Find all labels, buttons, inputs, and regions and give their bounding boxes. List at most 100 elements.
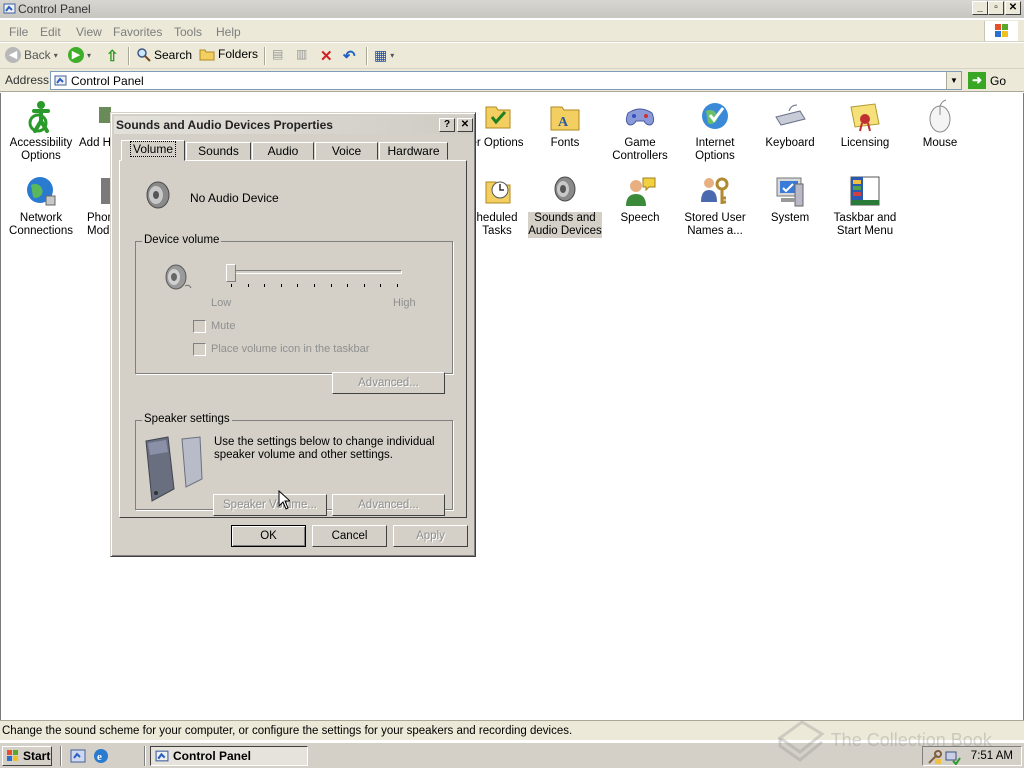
views-button[interactable]: ▦ ▾ (374, 47, 394, 64)
mute-label: Mute (211, 320, 236, 332)
go-label: Go (990, 73, 1007, 88)
item-folder-options[interactable]: er Options (467, 99, 527, 150)
item-label: Keyboard (765, 137, 815, 149)
device-advanced-button[interactable]: Advanced... (332, 372, 445, 394)
go-button[interactable]: ➜ Go (968, 71, 1020, 90)
go-arrow-icon: ➜ (968, 72, 986, 89)
volume-slider[interactable] (226, 264, 402, 288)
apply-button[interactable]: Apply (393, 525, 468, 547)
folder-options-icon (480, 99, 514, 133)
dialog-close-button[interactable]: ✕ (457, 118, 473, 132)
slider-tick (281, 284, 282, 287)
menu-help[interactable]: Help (216, 25, 241, 39)
internet-options-icon (698, 99, 732, 133)
windows-logo-icon (984, 21, 1018, 41)
item-network-connections[interactable]: Network Connections (4, 174, 78, 238)
menu-bar: File Edit View Favorites Tools Help (0, 20, 1024, 42)
forward-button[interactable]: ▶ ▾ (68, 47, 91, 63)
menu-file[interactable]: File (9, 25, 28, 39)
mute-checkbox[interactable] (193, 320, 206, 333)
ok-button[interactable]: OK (231, 525, 306, 547)
speaker-volume-button[interactable]: Speaker Volume... (213, 494, 327, 516)
speaker-settings-title: Speaker settings (142, 413, 232, 425)
slider-track (226, 270, 402, 274)
window-title: Control Panel (18, 2, 91, 16)
watermark-text: The Collection Book (830, 729, 992, 750)
slider-tick (397, 284, 398, 287)
low-label: Low (211, 297, 232, 309)
item-keyboard[interactable]: Keyboard (753, 99, 827, 150)
tab-audio[interactable]: Audio (252, 142, 314, 160)
speaker-icon (146, 181, 170, 209)
menu-view[interactable]: View (76, 25, 102, 39)
item-fonts[interactable]: A Fonts (528, 99, 602, 150)
tab-sounds-label: Sounds (198, 144, 239, 158)
tab-hardware-label: Hardware (387, 144, 440, 158)
close-button[interactable]: ✕ (1005, 1, 1021, 15)
slider-tick (231, 284, 232, 287)
accessibility-icon (24, 99, 58, 133)
slider-thumb[interactable] (226, 264, 236, 282)
high-label: High (393, 297, 416, 309)
item-sounds-audio-devices[interactable]: Sounds and Audio Devices (528, 174, 602, 238)
slider-tick (264, 284, 265, 287)
tab-volume[interactable]: Volume (121, 140, 185, 161)
move-to-button[interactable]: ▤ (272, 47, 283, 61)
quick-launch-ie-icon[interactable]: e (93, 748, 109, 764)
system-icon (773, 174, 807, 208)
tab-hardware[interactable]: Hardware (379, 142, 448, 160)
scheduled-tasks-icon (480, 174, 514, 208)
item-label: Taskbar and Start Menu (833, 212, 897, 237)
network-icon (24, 174, 58, 208)
item-label: Network Connections (9, 212, 73, 237)
item-internet-options[interactable]: Internet Options (678, 99, 752, 163)
item-scheduled-tasks[interactable]: heduled Tasks (467, 174, 527, 238)
taskbar-control-panel-button[interactable]: Control Panel (150, 746, 308, 766)
book-watermark-icon (777, 720, 825, 762)
tab-voice[interactable]: Voice (315, 142, 378, 160)
undo-icon: ↶ (343, 48, 356, 65)
up-folder-icon: ⇧ (106, 48, 119, 65)
item-taskbar-start-menu[interactable]: Taskbar and Start Menu (828, 174, 902, 238)
up-folder-button[interactable]: ⇧ (106, 47, 119, 65)
menu-favorites[interactable]: Favorites (113, 25, 162, 39)
licensing-icon (848, 99, 882, 133)
item-stored-user-names[interactable]: Stored User Names a... (678, 174, 752, 238)
item-game-controllers[interactable]: Game Controllers (603, 99, 677, 163)
tab-sounds[interactable]: Sounds (186, 142, 251, 160)
mouse-icon (923, 99, 957, 133)
back-button[interactable]: ◀ Back ▾ (5, 47, 58, 63)
quick-launch-explorer-icon[interactable] (70, 748, 86, 764)
undo-button[interactable]: ↶ (343, 47, 356, 65)
delete-button[interactable]: ✕ (320, 47, 333, 65)
start-button[interactable]: Start (2, 746, 52, 766)
item-licensing[interactable]: Licensing (828, 99, 902, 150)
address-dropdown-icon[interactable]: ▼ (946, 72, 961, 89)
speech-icon (623, 174, 657, 208)
volume-tab-panel: No Audio Device Device volume Low High M… (119, 160, 467, 518)
tab-volume-label: Volume (129, 141, 177, 157)
address-input[interactable]: Control Panel ▼ (50, 71, 962, 90)
restore-button[interactable]: ▫ (988, 1, 1004, 15)
folders-button[interactable]: Folders (199, 47, 258, 61)
menu-edit[interactable]: Edit (40, 25, 61, 39)
search-button[interactable]: Search (136, 47, 192, 62)
item-speech[interactable]: Speech (603, 174, 677, 225)
speaker-advanced-button[interactable]: Advanced... (332, 494, 445, 516)
item-accessibility-options[interactable]: Accessibility Options (4, 99, 78, 163)
device-volume-title: Device volume (142, 234, 222, 246)
item-system[interactable]: System (753, 174, 827, 225)
copy-to-button[interactable]: ▥ (296, 47, 307, 61)
menu-tools[interactable]: Tools (174, 25, 202, 39)
item-label: Accessibility Options (9, 137, 73, 162)
start-label: Start (23, 749, 51, 763)
help-button[interactable]: ? (439, 118, 455, 132)
cancel-button[interactable]: Cancel (312, 525, 387, 547)
place-icon-checkbox[interactable] (193, 343, 206, 356)
item-phone-modem[interactable]: Phon Mod (87, 174, 114, 238)
sound-icon (548, 174, 582, 208)
tab-audio-label: Audio (267, 144, 299, 158)
item-mouse[interactable]: Mouse (903, 99, 977, 150)
minimize-button[interactable]: _ (972, 1, 988, 15)
item-add-hardware[interactable]: Add H (79, 99, 111, 150)
